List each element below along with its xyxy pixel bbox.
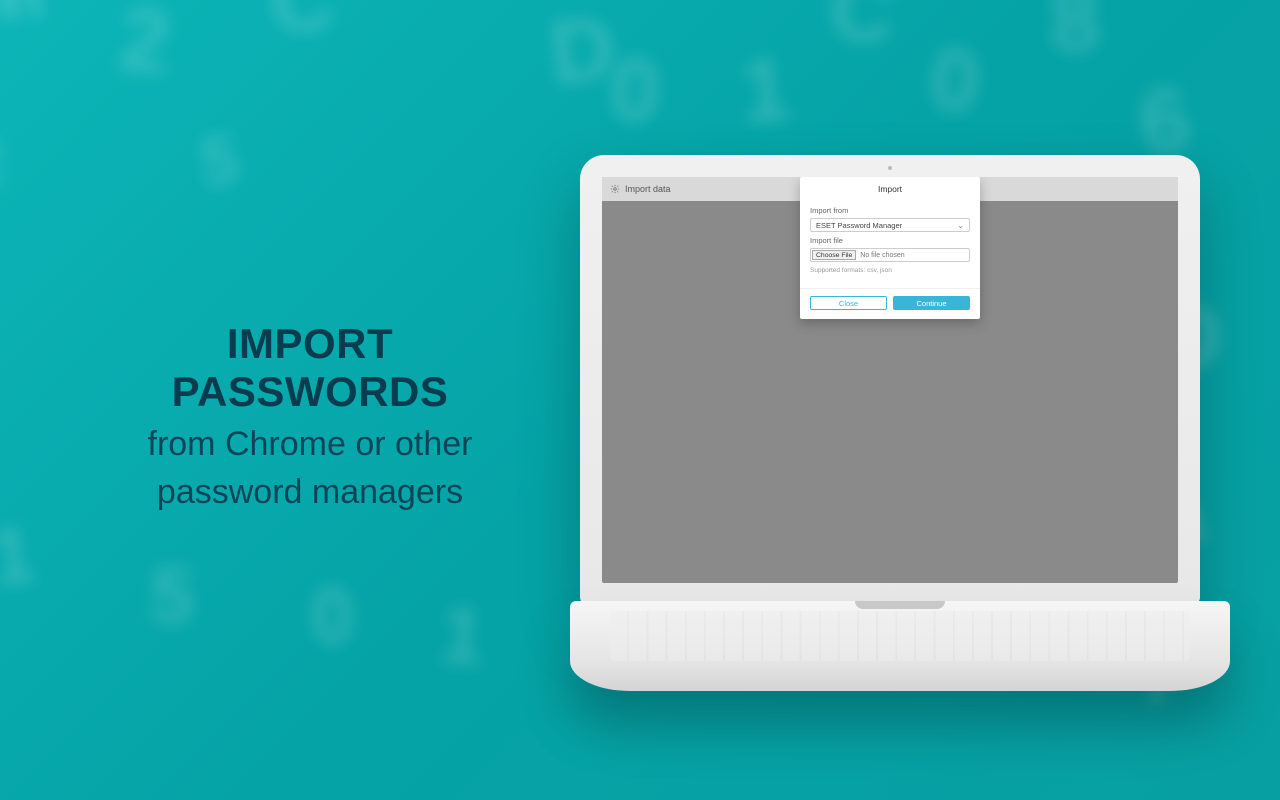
headline: IMPORT PASSWORDS from Chrome or other pa… — [60, 320, 560, 514]
bg-char: t — [0, 119, 5, 200]
laptop-camera — [873, 165, 907, 171]
promo-background: M 2 C D C 8 t 5 0 1 0 6 D a 1 5 0 1 7 IM… — [0, 0, 1280, 800]
close-button[interactable]: Close — [810, 296, 887, 310]
import-from-value: ESET Password Manager — [816, 221, 902, 230]
bg-char: C — [266, 0, 338, 55]
headline-bold-line-2: PASSWORDS — [60, 368, 560, 416]
laptop-screen: Import data Import Import from ESET Pass… — [602, 177, 1178, 583]
bg-char: 0 — [925, 28, 986, 136]
laptop-base — [570, 601, 1230, 691]
bg-char: 5 — [146, 548, 198, 644]
bg-char: 8 — [1047, 0, 1102, 74]
laptop-hinge — [855, 601, 945, 609]
app-header-title: Import data — [625, 184, 671, 194]
import-dialog: Import Import from ESET Password Manager… — [800, 177, 980, 319]
import-file-label: Import file — [810, 236, 970, 245]
bg-char: D — [545, 0, 620, 106]
bg-char: 1 — [736, 38, 793, 144]
bg-char: 2 — [115, 0, 176, 95]
choose-file-button[interactable]: Choose File — [812, 250, 856, 260]
gear-icon — [610, 184, 620, 194]
bg-char: 0 — [606, 38, 663, 144]
laptop-mockup: Import data Import Import from ESET Pass… — [570, 155, 1210, 691]
dialog-body: Import from ESET Password Manager ⌄ Impo… — [800, 200, 980, 288]
bg-char: 1 — [435, 588, 489, 684]
bg-char: C — [826, 0, 900, 66]
bg-char: 1 — [0, 508, 39, 604]
headline-bold-line-1: IMPORT — [60, 320, 560, 368]
continue-button[interactable]: Continue — [893, 296, 970, 310]
headline-light-line-2: password managers — [60, 471, 560, 514]
no-file-chosen-text: No file chosen — [860, 252, 904, 259]
laptop-keyboard — [610, 611, 1190, 661]
chevron-down-icon: ⌄ — [957, 221, 964, 230]
import-from-select[interactable]: ESET Password Manager ⌄ — [810, 218, 970, 232]
supported-formats-note: Supported formats: csv, json — [810, 267, 970, 274]
headline-light-line-1: from Chrome or other — [60, 423, 560, 466]
laptop-lid: Import data Import Import from ESET Pass… — [580, 155, 1200, 605]
dialog-footer: Close Continue — [800, 288, 980, 319]
import-from-label: Import from — [810, 206, 970, 215]
dialog-title: Import — [800, 177, 980, 200]
bg-char: M — [0, 0, 52, 48]
bg-char: 5 — [197, 118, 243, 201]
bg-char: 0 — [307, 569, 358, 664]
import-file-input[interactable]: Choose File No file chosen — [810, 248, 970, 262]
